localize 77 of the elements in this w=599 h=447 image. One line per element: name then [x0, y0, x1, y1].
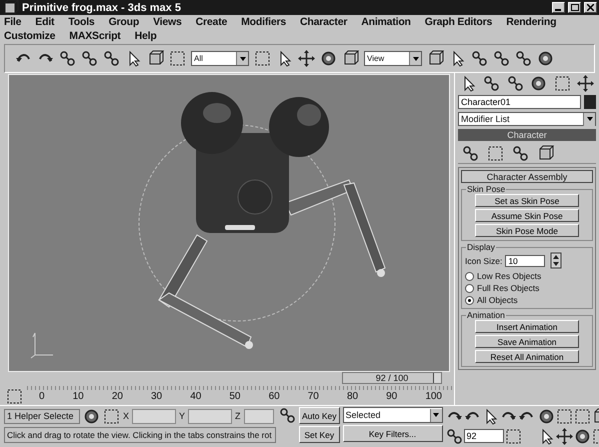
frame-tick-label: 70 [308, 391, 319, 404]
maximize-icon [570, 4, 578, 11]
link-icon[interactable] [59, 50, 76, 67]
object-color-swatch[interactable] [584, 95, 596, 109]
y-coordinate-field[interactable] [188, 408, 232, 424]
close-icon [587, 4, 594, 11]
rotate-icon[interactable] [320, 50, 337, 67]
selection-filter-dropdown[interactable]: All [191, 51, 249, 66]
rollout-button[interactable]: Reset All Animation [475, 350, 579, 363]
rollout-button[interactable]: Insert Animation [475, 320, 579, 333]
move-arrows-icon[interactable] [298, 50, 315, 67]
frame-tick-label: 0 [39, 391, 45, 404]
close-button[interactable] [584, 2, 597, 13]
reference-coordinate-dropdown[interactable]: View [364, 51, 422, 66]
axis-tripod-icon [30, 332, 54, 358]
track-bar-icon[interactable] [6, 388, 23, 405]
caret-icon [433, 413, 439, 417]
auto-key-button[interactable]: Auto Key [299, 407, 340, 424]
key-mode-dropdown[interactable]: Selected [342, 407, 442, 423]
menu-item[interactable]: Create [196, 16, 228, 28]
menu-item[interactable]: Graph Editors [424, 16, 492, 28]
menu-item[interactable]: Tools [68, 16, 95, 28]
menu-item[interactable]: Help [134, 30, 157, 42]
frame-tick-label: 10 [72, 391, 84, 404]
caret-icon [412, 56, 418, 60]
x-label: X [123, 411, 130, 421]
z-label: Z [235, 411, 241, 421]
scale-cube-icon[interactable] [342, 50, 359, 67]
window-title: Primitive frog.max - 3ds max 5 [22, 2, 182, 14]
caret-icon [586, 117, 592, 121]
rollout-button[interactable]: Set as Skin Pose [475, 194, 579, 207]
radio-option[interactable]: Low Res Objects [465, 271, 589, 281]
current-frame-field[interactable]: 92 [464, 429, 504, 443]
menu-item[interactable]: Animation [361, 16, 411, 28]
menu-item[interactable]: File [4, 16, 22, 28]
key-filters-button[interactable]: Key Filters... [342, 425, 442, 442]
frame-tick-label: 20 [112, 391, 123, 404]
frame-tick-label: 30 [151, 391, 162, 404]
frame-tick-label: 40 [190, 391, 202, 404]
dashed-rectangle-icon[interactable] [169, 50, 186, 67]
rollout-button[interactable]: Skin Pose Mode [475, 224, 579, 237]
object-name-field[interactable]: Character01 [458, 95, 581, 109]
minimize-button[interactable] [552, 2, 565, 13]
maximize-button[interactable] [568, 2, 581, 13]
menu-item[interactable]: Views [153, 16, 182, 28]
frame-tick-label: 90 [386, 391, 398, 404]
frame-tick-label: 50 [229, 391, 240, 404]
frame-tick-label: 100 [425, 391, 442, 404]
selection-status: 1 Helper Selecte [4, 408, 80, 424]
menu-item[interactable]: MAXScript [69, 30, 121, 42]
menu-item[interactable]: Customize [4, 30, 56, 42]
y-label: Y [179, 411, 186, 421]
modifier-stack-item[interactable]: Character [458, 129, 596, 141]
set-key-button[interactable]: Set Key [299, 426, 340, 443]
group-title: Display [466, 242, 496, 252]
modifier-list-dropdown[interactable]: Modifier List [458, 112, 596, 126]
menu-item[interactable]: Modifiers [241, 16, 286, 28]
icon-size-label: Icon Size: [465, 256, 502, 266]
frame-tick-label: 60 [268, 391, 280, 404]
x-coordinate-field[interactable] [132, 408, 176, 424]
icon-size-field[interactable]: 10 [505, 254, 546, 266]
rollout-button[interactable]: Assume Skin Pose [475, 209, 579, 222]
radio-option[interactable]: All Objects [465, 295, 589, 305]
z-coordinate-field[interactable] [244, 408, 274, 424]
menu-item[interactable]: Group [108, 16, 140, 28]
rollout-button[interactable]: Save Animation [475, 335, 579, 348]
menu-item[interactable]: Character [300, 16, 348, 28]
caret-icon [240, 56, 246, 60]
menu-item[interactable]: Rendering [506, 16, 556, 28]
rollout-title[interactable]: Character Assembly [461, 170, 593, 183]
time-slider[interactable]: 92 / 100 [342, 372, 442, 384]
perspective-viewport[interactable] [8, 74, 450, 372]
menu-item[interactable]: Edit [35, 16, 54, 28]
group-title: Animation [466, 310, 506, 320]
frame-tick-label: 80 [346, 391, 358, 404]
radio-option[interactable]: Full Res Objects [465, 283, 589, 293]
group-title: Skin Pose [466, 184, 506, 194]
